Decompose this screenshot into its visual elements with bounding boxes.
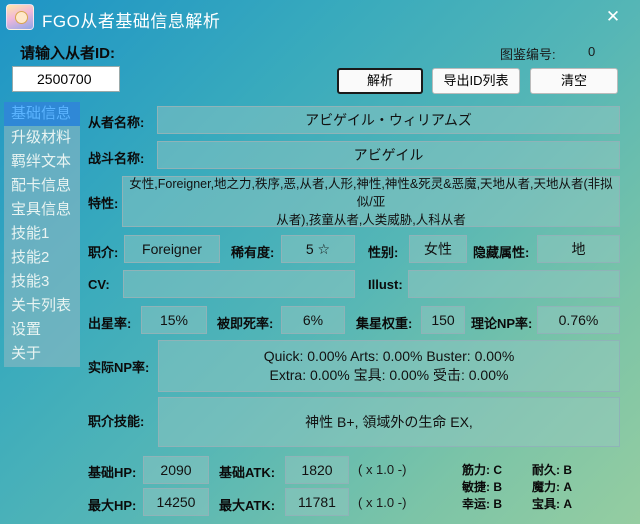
actual-np-rate-field: Quick: 0.00% Arts: 0.00% Buster: 0.00% E…: [158, 340, 620, 392]
star-weight-label: 集星权重:: [356, 316, 413, 331]
servant-name-label: 从者名称:: [88, 115, 145, 130]
star-weight-field: 150: [421, 306, 465, 334]
base-atk-field: 1820: [285, 456, 349, 484]
actual-np-rate-line-1: Quick: 0.00% Arts: 0.00% Buster: 0.00%: [263, 348, 515, 364]
param-agility: 敏捷: B: [462, 480, 502, 494]
max-atk-label: 最大ATK:: [219, 498, 276, 513]
param-luck: 幸运: B: [462, 497, 502, 511]
collection-number-label: 图鉴编号:: [500, 47, 556, 62]
illust-field: [408, 270, 620, 298]
death-rate-label: 被即死率:: [217, 316, 274, 331]
rarity-label: 稀有度:: [231, 245, 275, 260]
max-hp-label: 最大HP:: [88, 498, 137, 513]
traits-line-1: 女性,Foreigner,地之力,秩序,恶,从者,人形,神性,神性&死灵&恶魔,…: [129, 176, 613, 209]
class-label: 职介:: [88, 245, 119, 260]
parse-button[interactable]: 解析: [337, 68, 423, 94]
servant-id-input[interactable]: [12, 66, 120, 92]
actual-np-rate-label: 实际NP率:: [88, 360, 150, 375]
class-skills-label: 职介技能:: [88, 414, 145, 429]
nav-item-settings[interactable]: 设置: [4, 318, 80, 342]
hidden-attribute-field: 地: [537, 235, 620, 263]
battle-name-label: 战斗名称:: [88, 151, 145, 166]
death-rate-field: 6%: [281, 306, 345, 334]
rarity-field: 5 ☆: [281, 235, 355, 263]
traits-field: 女性,Foreigner,地之力,秩序,恶,从者,人形,神性,神性&死灵&恶魔,…: [122, 176, 620, 227]
nav-item-bond-text[interactable]: 羁绊文本: [4, 150, 80, 174]
max-multiplier: ( x 1.0 -): [358, 495, 407, 510]
sidebar-nav: 基础信息 升级材料 羁绊文本 配卡信息 宝具信息 技能1 技能2 技能3 关卡列…: [4, 102, 80, 367]
hidden-attribute-label: 隐藏属性:: [473, 245, 530, 260]
star-rate-label: 出星率:: [88, 316, 132, 331]
cv-field: [123, 270, 355, 298]
nav-item-skill-3[interactable]: 技能3: [4, 270, 80, 294]
max-atk-field: 11781: [285, 488, 349, 516]
export-id-list-button[interactable]: 导出ID列表: [432, 68, 520, 94]
cv-label: CV:: [88, 277, 110, 292]
theory-np-rate-label: 理论NP率:: [471, 316, 533, 331]
param-noble-phantasm: 宝具: A: [532, 497, 572, 511]
base-multiplier: ( x 1.0 -): [358, 462, 407, 477]
class-skills-field: 神性 B+, 領域外の生命 EX,: [158, 397, 620, 447]
illust-label: Illust:: [368, 277, 403, 292]
nav-item-np-info[interactable]: 宝具信息: [4, 198, 80, 222]
servant-name-field: アビゲイル・ウィリアムズ: [157, 106, 620, 134]
nav-item-quest-list[interactable]: 关卡列表: [4, 294, 80, 318]
nav-item-skill-2[interactable]: 技能2: [4, 246, 80, 270]
actual-np-rate-line-2: Extra: 0.00% 宝具: 0.00% 受击: 0.00%: [269, 367, 509, 383]
nav-item-about[interactable]: 关于: [4, 342, 80, 366]
traits-label: 特性:: [88, 196, 119, 211]
gender-label: 性别:: [368, 245, 399, 260]
max-hp-field: 14250: [143, 488, 209, 516]
nav-item-upgrade-materials[interactable]: 升级材料: [4, 126, 80, 150]
star-rate-field: 15%: [141, 306, 207, 334]
collection-number-value: 0: [588, 44, 596, 59]
clear-button[interactable]: 清空: [530, 68, 618, 94]
base-atk-label: 基础ATK:: [219, 465, 276, 480]
nav-item-skill-1[interactable]: 技能1: [4, 222, 80, 246]
app-icon: [6, 4, 34, 30]
param-mana: 魔力: A: [532, 480, 572, 494]
nav-item-basic-info[interactable]: 基础信息: [4, 102, 80, 126]
class-field: Foreigner: [124, 235, 220, 263]
nav-item-card-info[interactable]: 配卡信息: [4, 174, 80, 198]
gender-field: 女性: [409, 235, 467, 263]
base-hp-field: 2090: [143, 456, 209, 484]
battle-name-field: アビゲイル: [157, 141, 620, 169]
close-icon[interactable]: ✕: [602, 6, 624, 28]
theory-np-rate-field: 0.76%: [537, 306, 620, 334]
param-strength: 筋力: C: [462, 463, 502, 477]
base-hp-label: 基础HP:: [88, 465, 137, 480]
traits-line-2: 从者),孩童从者,人类威胁,人科从者: [276, 212, 466, 227]
window-title: FGO从者基础信息解析: [42, 12, 221, 31]
param-endurance: 耐久: B: [532, 463, 572, 477]
id-input-label: 请输入从者ID:: [20, 45, 115, 62]
title-bar: FGO从者基础信息解析 ✕: [0, 0, 640, 34]
